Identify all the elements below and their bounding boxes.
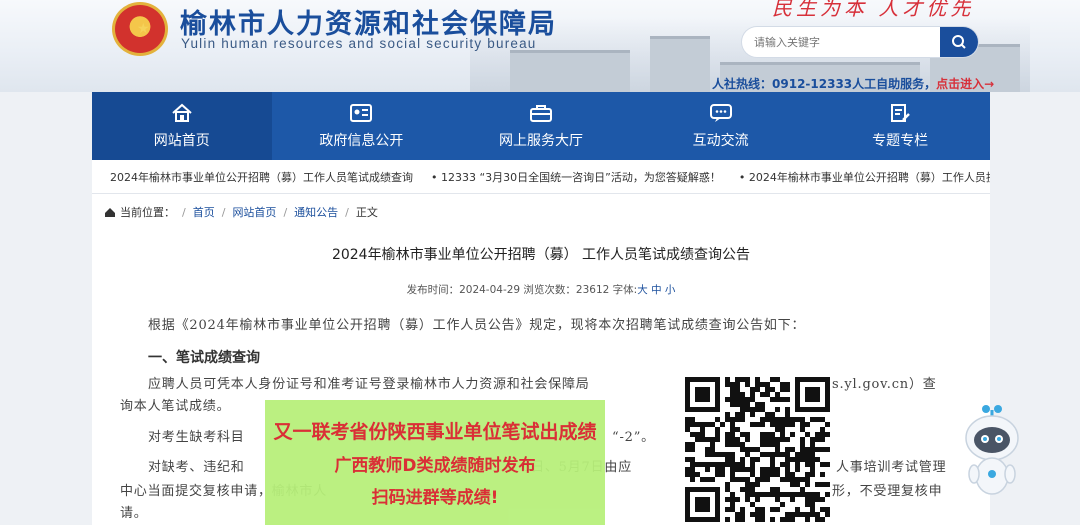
paragraph: 请。 [120, 506, 148, 521]
paragraph: 对考生缺考科目 [148, 430, 245, 445]
page-root: ★ 榆林市人力资源和社会保障局 Yulin human resources an… [0, 0, 1080, 525]
robot-mascot-icon[interactable] [962, 404, 1022, 504]
paragraph: “-2”。 [612, 430, 655, 445]
main-nav: 网站首页 政府信息公开 网上服务大厅 互动交流 专题专栏 [92, 92, 990, 160]
ticker-item[interactable]: • 12333 “3月30日全国统一咨询日”活动，为您答疑解惑！ [431, 169, 721, 185]
news-ticker: 2024年榆林市事业单位公开招聘（募）工作人员笔试成绩查询 • 12333 “3… [92, 160, 990, 194]
section-heading: 一、笔试成绩查询 [148, 350, 260, 366]
edit-doc-icon [891, 103, 911, 122]
ticker-item[interactable]: • 2024年榆林市事业单位公开招聘（募）工作人员抗 [739, 169, 990, 185]
ticker-item[interactable]: 2024年榆林市事业单位公开招聘（募）工作人员笔试成绩查询 [110, 169, 413, 185]
hotline-bar: 人社热线：0912-12333人工自助服务，点击进入→ [712, 77, 995, 91]
nav-gov-info[interactable]: 政府信息公开 [272, 92, 452, 160]
breadcrumb-notices[interactable]: 通知公告 [294, 204, 338, 220]
breadcrumb: 当前位置： / 首页 / 网站首页 / 通知公告 / 正文 [104, 204, 378, 220]
national-emblem-icon: ★ [112, 2, 168, 56]
paragraph: 人事培训考试管理 [836, 460, 947, 475]
search-button[interactable] [940, 27, 978, 57]
search-icon [952, 35, 966, 49]
article-meta: 发布时间：2024-04-29 浏览次数：23612 字体:大 中 小 [406, 284, 676, 296]
briefcase-icon [529, 104, 552, 122]
home-icon [172, 103, 192, 122]
font-size-small[interactable]: 小 [665, 284, 676, 296]
font-size-large[interactable]: 大 [637, 284, 648, 296]
paragraph: 对缺考、违纪和 [148, 460, 245, 475]
slogan: 民生为本 人才优先 [772, 0, 975, 20]
font-size-medium[interactable]: 中 [651, 284, 662, 296]
nav-online-service[interactable]: 网上服务大厅 [451, 92, 631, 160]
promo-banner[interactable]: 又一联考省份陕西事业单位笔试出成绩 广西教师D类成绩随时发布 扫码进群等成绩! [265, 400, 605, 525]
breadcrumb-site-home[interactable]: 网站首页 [232, 204, 276, 220]
nav-interaction[interactable]: 互动交流 [631, 92, 811, 160]
self-service-link[interactable]: 点击进入→ [936, 77, 994, 91]
site-header: ★ 榆林市人力资源和社会保障局 Yulin human resources an… [0, 0, 1080, 92]
breadcrumb-current: 正文 [355, 206, 378, 219]
site-subtitle: Yulin human resources and social securit… [181, 36, 537, 51]
paragraph: s.yl.gov.cn）查 [832, 377, 937, 392]
id-card-icon [350, 103, 373, 122]
chat-icon [709, 103, 732, 122]
nav-special-topics[interactable]: 专题专栏 [810, 92, 990, 160]
qr-code-icon[interactable] [682, 374, 832, 525]
search-input[interactable] [754, 31, 934, 53]
breadcrumb-home[interactable]: 首页 [193, 204, 215, 220]
home-small-icon [105, 207, 115, 217]
article-title: 2024年榆林市事业单位公开招聘（募） 工作人员笔试成绩查询公告 [331, 247, 751, 263]
paragraph: 询本人笔试成绩。 [120, 399, 231, 414]
paragraph: 应聘人员可凭本人身份证号和准考证号登录榆林市人力资源和社会保障局 [148, 377, 590, 392]
paragraph: 形，不受理复核申 [832, 484, 943, 499]
paragraph: 根据《2024年榆林市事业单位公开招聘（募）工作人员公告》规定，现将本次招聘笔试… [148, 318, 806, 333]
search-box [742, 27, 978, 57]
nav-home[interactable]: 网站首页 [92, 92, 272, 160]
